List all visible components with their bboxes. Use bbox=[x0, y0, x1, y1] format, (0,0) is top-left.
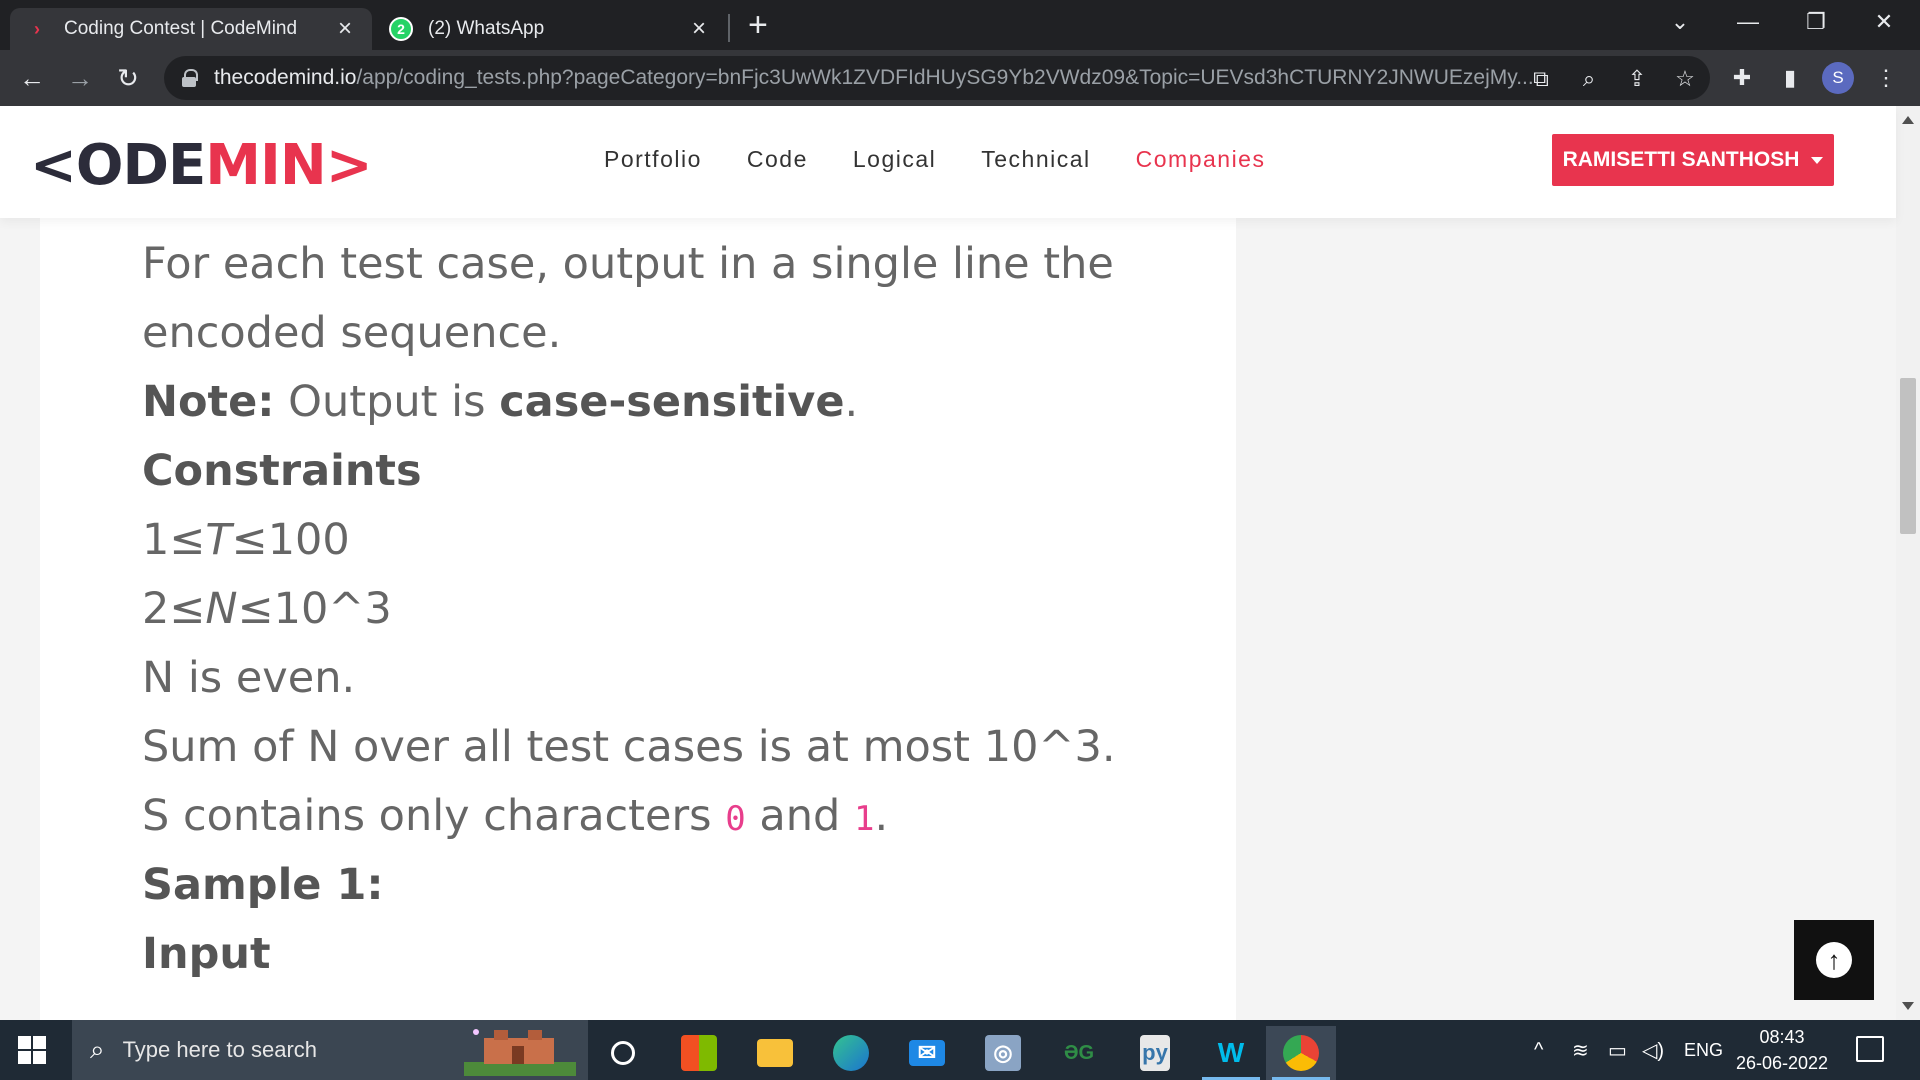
constraint-n: 2≤N≤10^3 bbox=[142, 584, 392, 634]
share-icon[interactable]: ⇪ bbox=[1622, 64, 1652, 94]
side-panel-icon[interactable]: ▮ bbox=[1774, 62, 1806, 94]
profile-avatar[interactable]: S bbox=[1822, 62, 1854, 94]
scroll-up-arrow-icon[interactable] bbox=[1902, 116, 1914, 124]
tab-search-chevron-icon[interactable]: ⌄ bbox=[1648, 0, 1712, 44]
mail-icon[interactable]: ✉ bbox=[892, 1026, 962, 1080]
codemind-logo[interactable]: <ODEMIN> bbox=[30, 136, 373, 196]
nav-technical[interactable]: Technical bbox=[981, 146, 1090, 173]
caret-down-icon bbox=[1811, 156, 1824, 164]
problem-statement-card: Output For each test case, output in a s… bbox=[40, 106, 1236, 1020]
close-window-button[interactable]: ✕ bbox=[1852, 0, 1916, 44]
arrow-up-icon: ↑ bbox=[1816, 942, 1852, 978]
file-explorer-icon[interactable] bbox=[740, 1026, 810, 1080]
open-in-app-icon[interactable]: ⧉ bbox=[1526, 64, 1556, 94]
whatsapp-icon: 2 bbox=[388, 16, 414, 42]
forward-arrow-icon[interactable]: → bbox=[62, 60, 98, 96]
taskbar-clock[interactable]: 08:43 26-06-2022 bbox=[1724, 1024, 1840, 1076]
lock-icon bbox=[182, 69, 198, 87]
constraint-t: 1≤T≤100 bbox=[142, 515, 350, 565]
microsoft-store-icon[interactable] bbox=[664, 1026, 734, 1080]
reload-icon[interactable]: ↻ bbox=[110, 60, 146, 96]
geeksforgeeks-icon[interactable]: ƏG bbox=[1044, 1026, 1114, 1080]
page-scrollbar[interactable] bbox=[1896, 106, 1920, 1020]
clock-time: 08:43 bbox=[1759, 1027, 1805, 1047]
tab-coding-contest[interactable]: › Coding Contest | CodeMind × bbox=[10, 8, 372, 50]
tab-whatsapp[interactable]: 2 (2) WhatsApp × bbox=[374, 8, 726, 50]
tab-title: (2) WhatsApp bbox=[428, 18, 545, 39]
page-viewport: Output For each test case, output in a s… bbox=[0, 106, 1920, 1020]
output-description-line1: For each test case, output in a single l… bbox=[142, 239, 1114, 289]
nav-code[interactable]: Code bbox=[747, 146, 808, 173]
chrome-icon[interactable] bbox=[1266, 1026, 1336, 1080]
search-highlight-illustration bbox=[464, 1029, 576, 1076]
edge-browser-icon[interactable] bbox=[816, 1026, 886, 1080]
taskbar-search-box[interactable]: ⌕ Type here to search bbox=[72, 1020, 588, 1080]
windows-taskbar: ⌕ Type here to search ✉ ◎ ƏG py W ^ ≋ ▭ … bbox=[0, 1020, 1920, 1080]
user-name: RAMISETTI SANTHOSH bbox=[1562, 148, 1800, 171]
extensions-puzzle-icon[interactable]: ✚ bbox=[1726, 62, 1758, 94]
constraints-heading: Constraints bbox=[142, 446, 422, 496]
user-menu-button[interactable]: RAMISETTI SANTHOSH bbox=[1552, 134, 1834, 186]
battery-icon[interactable]: ▭ bbox=[1608, 1020, 1627, 1080]
volume-icon[interactable]: ◁) bbox=[1642, 1020, 1664, 1080]
nav-portfolio[interactable]: Portfolio bbox=[604, 146, 702, 173]
new-tab-button[interactable]: + bbox=[748, 8, 768, 42]
tab-separator bbox=[728, 14, 730, 42]
restore-button[interactable]: ❐ bbox=[1784, 0, 1848, 44]
constraint-s-chars: S contains only characters 0 and 1. bbox=[142, 791, 889, 841]
output-description-line2: encoded sequence. bbox=[142, 308, 562, 358]
back-to-top-button[interactable]: ↑ bbox=[1794, 920, 1874, 1000]
note-line: Note: Output is case-sensitive. bbox=[142, 377, 859, 427]
minimize-button[interactable]: — bbox=[1716, 0, 1780, 44]
url-text[interactable]: thecodemind.io/app/coding_tests.php?page… bbox=[214, 66, 1534, 90]
sample-heading: Sample 1: bbox=[142, 860, 384, 910]
address-bar[interactable]: thecodemind.io/app/coding_tests.php?page… bbox=[164, 56, 1710, 100]
close-tab-icon[interactable]: × bbox=[332, 15, 358, 43]
tab-title: Coding Contest | CodeMind bbox=[64, 18, 298, 39]
codemind-favicon: › bbox=[34, 18, 40, 39]
nav-logical[interactable]: Logical bbox=[853, 146, 936, 173]
input-heading: Input bbox=[142, 929, 271, 979]
vpn-app-icon[interactable]: ◎ bbox=[968, 1026, 1038, 1080]
scroll-down-arrow-icon[interactable] bbox=[1902, 1002, 1914, 1010]
browser-menu-icon[interactable]: ⋮ bbox=[1870, 62, 1902, 94]
bookmark-star-icon[interactable]: ☆ bbox=[1670, 64, 1700, 94]
constraint-sum-n: Sum of N over all test cases is at most … bbox=[142, 722, 1116, 772]
language-indicator[interactable]: ENG bbox=[1684, 1020, 1723, 1080]
nav-companies[interactable]: Companies bbox=[1136, 146, 1266, 173]
search-placeholder: Type here to search bbox=[122, 1037, 318, 1062]
back-arrow-icon[interactable]: ← bbox=[14, 60, 50, 96]
search-icon: ⌕ bbox=[90, 1034, 105, 1064]
site-header: <ODEMIN> Portfolio Code Logical Technica… bbox=[0, 106, 1896, 218]
close-tab-icon[interactable]: × bbox=[686, 15, 712, 43]
browser-toolbar: ← → ↻ thecodemind.io/app/coding_tests.ph… bbox=[0, 50, 1920, 106]
scrollbar-thumb[interactable] bbox=[1900, 378, 1916, 534]
webex-icon[interactable]: W bbox=[1196, 1026, 1266, 1080]
clock-date: 26-06-2022 bbox=[1735, 1053, 1829, 1073]
zoom-icon[interactable]: ⌕ bbox=[1574, 64, 1604, 94]
task-view-icon[interactable] bbox=[588, 1026, 658, 1080]
main-nav: Portfolio Code Logical Technical Compani… bbox=[604, 146, 1310, 173]
browser-tab-strip: › Coding Contest | CodeMind × 2 (2) What… bbox=[0, 0, 1920, 50]
notification-center-icon[interactable] bbox=[1856, 1036, 1884, 1062]
constraint-n-even: N is even. bbox=[142, 653, 356, 703]
python-file-icon[interactable]: py bbox=[1120, 1026, 1190, 1080]
wifi-icon[interactable]: ≋ bbox=[1572, 1020, 1589, 1080]
windows-start-icon[interactable] bbox=[18, 1036, 46, 1064]
show-hidden-icons-chevron[interactable]: ^ bbox=[1534, 1020, 1543, 1080]
